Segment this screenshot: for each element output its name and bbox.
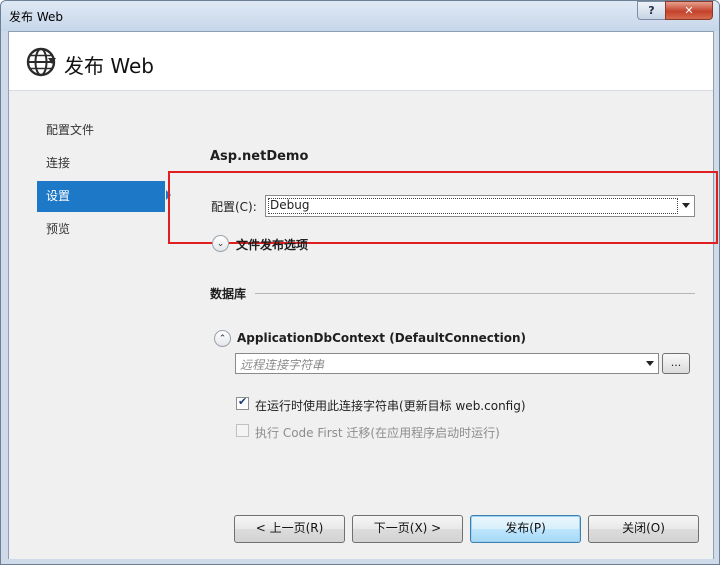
title-bar[interactable]: 发布 Web ? ✕ [1, 1, 719, 31]
close-button[interactable]: 关闭(O) [588, 515, 699, 543]
config-label: 配置(C): [211, 200, 257, 214]
use-connection-string-checkbox[interactable] [236, 395, 249, 410]
globe-publish-icon [26, 47, 56, 77]
dialog-header: 发布 Web [9, 32, 713, 91]
nav-item-settings[interactable]: 设置 [37, 181, 165, 212]
window-frame-bottom [1, 559, 719, 564]
header-title: 发布 Web [64, 54, 154, 78]
database-section-header: 数据库 [210, 287, 247, 301]
nav-item-connection[interactable]: 连接 [37, 148, 165, 179]
connection-string-input[interactable]: 远程连接字符串 [235, 353, 659, 374]
window-title: 发布 Web [9, 10, 63, 24]
connection-string-placeholder: 远程连接字符串 [240, 358, 325, 372]
window-close-button[interactable]: ✕ [665, 1, 713, 20]
chevron-down-icon [682, 203, 690, 208]
dialog-body: 配置文件 连接 设置 预览 Asp.netDemo 配置(C): Debug ⌄… [9, 91, 718, 560]
use-connection-string-label[interactable]: 在运行时使用此连接字符串(更新目标 web.config) [255, 397, 526, 414]
collapse-chevron-icon[interactable]: ⌃ [214, 330, 231, 347]
section-divider [255, 293, 695, 294]
dialog-client: 发布 Web 配置文件 连接 设置 预览 Asp.netDemo 配置(C): … [8, 31, 718, 561]
help-button[interactable]: ? [637, 1, 665, 20]
db-context-label: ApplicationDbContext (DefaultConnection) [237, 331, 527, 345]
expand-chevron-icon[interactable]: ⌄ [212, 235, 229, 252]
config-value: Debug [270, 198, 310, 212]
browse-connection-button[interactable]: ... [662, 353, 690, 374]
nav-item-preview[interactable]: 预览 [37, 214, 165, 245]
publish-web-dialog: 发布 Web ? ✕ 发布 Web 配置文件 连接 设置 预览 Asp.netD… [0, 0, 720, 565]
nav-item-profile[interactable]: 配置文件 [37, 115, 165, 146]
project-name: Asp.netDemo [210, 149, 309, 164]
prev-button[interactable]: < 上一页(R) [234, 515, 345, 543]
config-dropdown[interactable]: Debug [265, 195, 695, 217]
focus-rect [268, 198, 678, 214]
chevron-down-icon [646, 361, 654, 366]
next-button[interactable]: 下一页(X) > [352, 515, 463, 543]
publish-button[interactable]: 发布(P) [470, 515, 581, 543]
file-publish-options-label[interactable]: 文件发布选项 [236, 236, 308, 253]
code-first-migration-checkbox [236, 424, 249, 437]
code-first-migration-label: 执行 Code First 迁移(在应用程序启动时运行) [255, 426, 500, 440]
title-bar-buttons: ? ✕ [637, 1, 713, 20]
